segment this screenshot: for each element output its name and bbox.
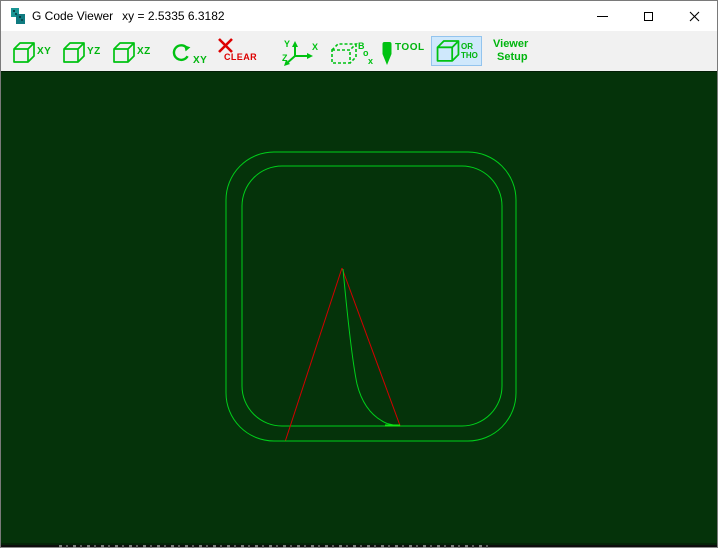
ortho-cube-icon	[436, 39, 460, 62]
view-yz-button[interactable]: YZ	[62, 42, 101, 64]
close-icon	[689, 11, 699, 21]
gcode-viewer-window: G Code Viewer xy = 2.5335 6.3182 XY YZ X…	[0, 0, 718, 548]
toolpath-plot	[225, 151, 517, 442]
gcode-canvas[interactable]	[1, 71, 717, 543]
viewer-setup-line2: Setup	[497, 51, 528, 63]
axes-button[interactable]: Y X Z	[281, 39, 323, 66]
ortho-label-line1: OR	[461, 42, 473, 51]
view-yz-label: YZ	[87, 46, 101, 57]
close-button[interactable]	[671, 1, 717, 31]
view-xy-button[interactable]: XY	[12, 42, 51, 64]
bounding-box-button[interactable]: B o x	[330, 40, 380, 66]
toolbar: XY YZ XZ XY CLEAR Y X Z B o x TOOL OR TH…	[1, 31, 717, 71]
maximize-button[interactable]	[625, 1, 671, 31]
clear-label: CLEAR	[224, 52, 257, 62]
rapid-move-right-path	[341, 267, 401, 426]
rapid-move-left-path	[285, 267, 343, 441]
clear-button[interactable]: CLEAR	[217, 37, 257, 62]
view-xz-label: XZ	[137, 46, 151, 57]
cube-xy-icon	[13, 42, 35, 63]
cube-xz-icon	[113, 42, 135, 63]
app-icon	[10, 8, 26, 24]
axes-x-label: X	[312, 42, 318, 52]
tool-icon	[382, 42, 392, 65]
titlebar[interactable]: G Code Viewer xy = 2.5335 6.3182	[1, 1, 717, 31]
tool-button[interactable]: TOOL	[381, 41, 425, 66]
tool-label: TOOL	[395, 42, 425, 53]
axes-z-label: Z	[282, 53, 288, 63]
minimize-button[interactable]	[579, 1, 625, 31]
minimize-icon	[596, 15, 608, 17]
axes-icon: Y X Z	[282, 39, 318, 66]
axes-y-label: Y	[284, 39, 290, 49]
viewer-setup-line1: Viewer	[493, 38, 529, 50]
ortho-label: OR THO	[461, 42, 478, 60]
rotate-icon	[172, 44, 191, 62]
cube-yz-icon	[63, 42, 85, 63]
ortho-label-line2: THO	[461, 51, 478, 60]
rotate-xy-label: XY	[193, 55, 208, 66]
viewer-setup-button[interactable]: Viewer Setup	[493, 38, 528, 64]
window-controls	[579, 1, 717, 31]
ortho-toggle-button[interactable]: OR THO	[431, 36, 482, 66]
maximize-icon	[643, 11, 653, 21]
box-x-label: x	[368, 56, 373, 66]
view-xz-button[interactable]: XZ	[112, 42, 151, 64]
desktop-strip	[1, 543, 717, 548]
bounding-box-icon: B o x	[331, 41, 373, 66]
outer-boundary-path	[225, 151, 517, 442]
window-title: G Code Viewer	[32, 9, 114, 23]
inner-boundary-path	[241, 165, 503, 427]
view-xy-label: XY	[37, 46, 52, 57]
rotate-xy-button[interactable]: XY	[170, 42, 207, 66]
coordinate-readout: xy = 2.5335 6.3182	[122, 9, 225, 23]
